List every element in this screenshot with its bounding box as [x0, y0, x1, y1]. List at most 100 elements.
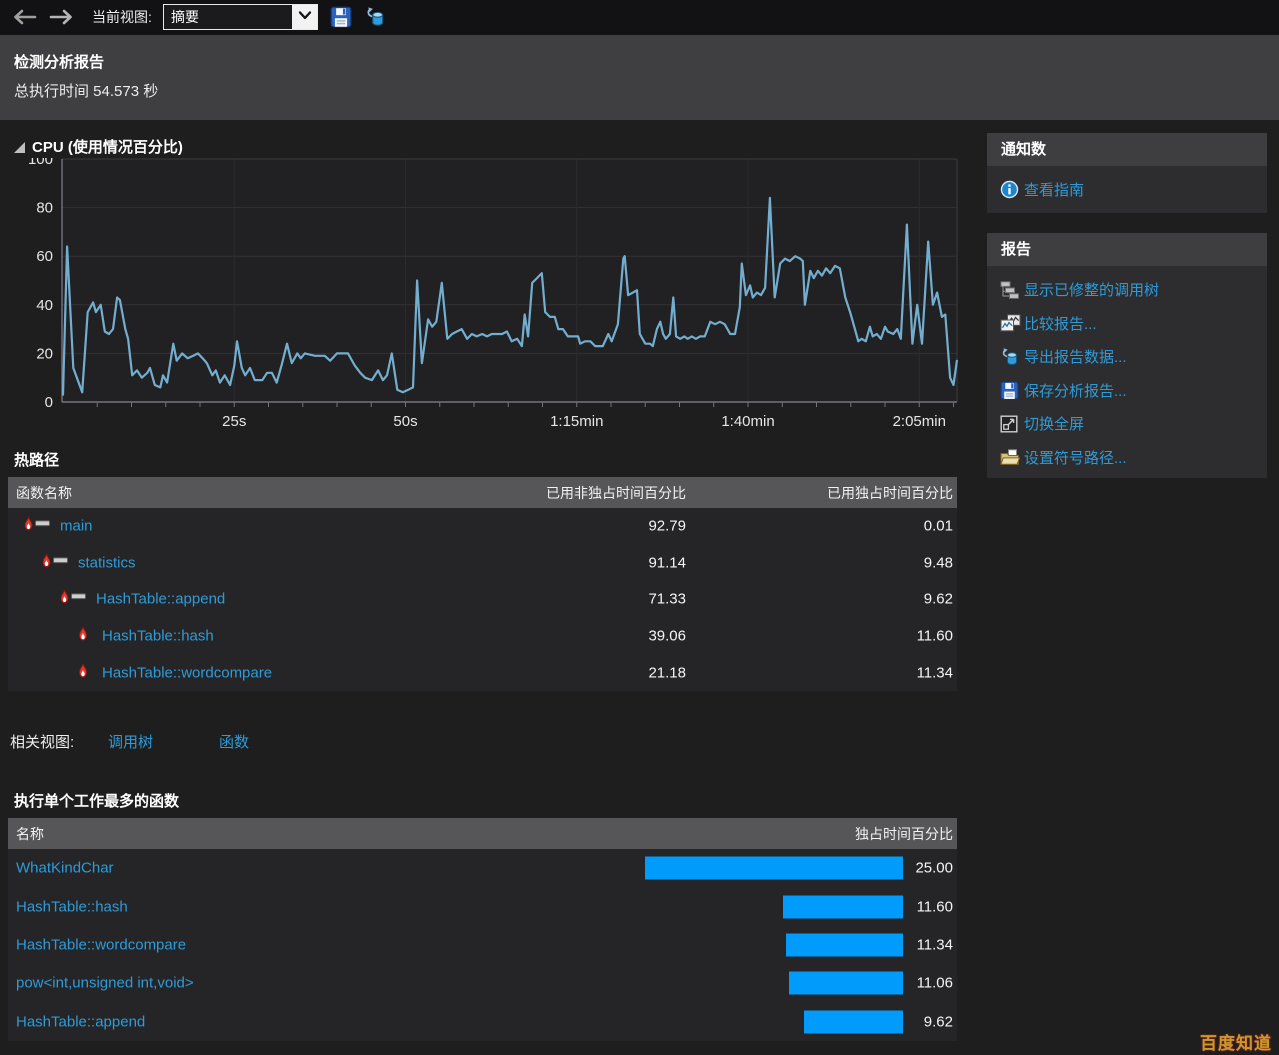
- svg-text:20: 20: [36, 345, 53, 362]
- current-view-label: 当前视图:: [92, 0, 152, 35]
- save-report-icon: [1000, 381, 1024, 400]
- top-function-row: HashTable::wordcompare 11.34: [8, 926, 957, 964]
- hot-path-row: statistics 91.14 9.48: [8, 545, 957, 582]
- exclusive-time-bar: [804, 1010, 903, 1033]
- function-link[interactable]: HashTable::append: [16, 1013, 145, 1030]
- forward-arrow-icon: [48, 13, 74, 30]
- svg-text:25s: 25s: [222, 413, 246, 430]
- svg-text:0: 0: [45, 394, 53, 411]
- col-name: 名称: [16, 824, 44, 844]
- function-link[interactable]: HashTable::append: [96, 591, 225, 608]
- notification-item-0[interactable]: 查看指南: [987, 173, 1267, 207]
- function-link[interactable]: WhatKindChar: [16, 860, 114, 877]
- report-action-item-label[interactable]: 显示已修整的调用树: [1024, 279, 1159, 300]
- cpu-section-title: CPU (使用情况百分比): [14, 136, 183, 157]
- exclusive-percent: 9.48: [924, 554, 953, 571]
- report-action-item-4[interactable]: 切换全屏: [987, 407, 1267, 441]
- chevron-down-icon[interactable]: [292, 5, 317, 29]
- svg-text:1:40min: 1:40min: [721, 413, 774, 430]
- link-functions[interactable]: 函数: [219, 731, 249, 752]
- hot-path-table-header: 函数名称 已用非独占时间百分比 已用独占时间百分比: [8, 477, 957, 508]
- report-action-item-label[interactable]: 设置符号路径...: [1024, 447, 1127, 468]
- inclusive-percent: 39.06: [648, 628, 686, 645]
- top-functions-table: 名称 独占时间百分比 WhatKindChar 25.00HashTable::h…: [8, 818, 957, 1041]
- back-arrow-icon: [12, 13, 38, 30]
- save-report-button[interactable]: [330, 6, 352, 33]
- hot-path-table-body: main 92.79 0.01 statistics 91.14 9.48 HashTabl…: [8, 508, 957, 691]
- inclusive-percent: 21.18: [648, 664, 686, 681]
- export-icon: [364, 15, 388, 32]
- link-call-tree[interactable]: 调用树: [108, 731, 153, 752]
- svg-text:2:05min: 2:05min: [893, 413, 946, 430]
- function-link[interactable]: HashTable::hash: [16, 898, 128, 915]
- function-link[interactable]: HashTable::hash: [102, 628, 214, 645]
- exclusive-percent: 25.00: [915, 860, 953, 877]
- col-exclusive-time: 独占时间百分比: [855, 824, 953, 844]
- notification-item-label[interactable]: 查看指南: [1024, 179, 1084, 200]
- report-action-item-label[interactable]: 导出报告数据...: [1024, 346, 1127, 367]
- function-link[interactable]: main: [60, 518, 93, 535]
- report-action-item-2[interactable]: 导出报告数据...: [987, 340, 1267, 374]
- hot-path-title: 热路径: [14, 449, 59, 470]
- fullscreen-icon: [1000, 415, 1024, 433]
- info-icon: [1000, 180, 1024, 199]
- report-action-item-label[interactable]: 切换全屏: [1024, 413, 1084, 434]
- report-action-item-label[interactable]: 比较报告...: [1024, 313, 1097, 334]
- report-action-item-3[interactable]: 保存分析报告...: [987, 374, 1267, 408]
- exclusive-percent: 11.06: [917, 975, 953, 992]
- svg-text:60: 60: [36, 248, 53, 265]
- function-link[interactable]: pow<int,unsigned int,void>: [16, 975, 194, 992]
- flame-icon: [76, 626, 90, 646]
- save-icon: [330, 15, 352, 32]
- inclusive-percent: 92.79: [648, 518, 686, 535]
- exclusive-percent: 11.34: [917, 936, 953, 953]
- top-function-row: HashTable::hash 11.60: [8, 887, 957, 925]
- notifications-panel-header: 通知数: [987, 133, 1267, 166]
- toolbar: 当前视图: 摘要: [0, 0, 1279, 35]
- exclusive-time-bar: [789, 972, 903, 995]
- notifications-panel-body: 查看指南: [987, 166, 1267, 213]
- report-action-item-0[interactable]: 显示已修整的调用树: [987, 273, 1267, 307]
- forward-button[interactable]: [48, 8, 74, 31]
- svg-text:1:15min: 1:15min: [550, 413, 603, 430]
- hot-path-row: main 92.79 0.01: [8, 508, 957, 545]
- top-function-row: HashTable::append 9.62: [8, 1003, 957, 1041]
- col-function-name: 函数名称: [16, 483, 72, 503]
- total-time-text: 总执行时间 54.573 秒: [14, 80, 158, 101]
- function-link[interactable]: HashTable::wordcompare: [102, 664, 272, 681]
- top-function-row: WhatKindChar 25.00: [8, 849, 957, 887]
- report-action-item-5[interactable]: 设置符号路径...: [987, 441, 1267, 475]
- inclusive-percent: 91.14: [648, 554, 686, 571]
- collapse-triangle-icon[interactable]: [14, 140, 25, 157]
- related-views-label: 相关视图:: [10, 731, 74, 752]
- top-function-row: pow<int,unsigned int,void> 11.06: [8, 964, 957, 1002]
- back-button[interactable]: [12, 8, 38, 31]
- compare-reports-icon: [1000, 314, 1024, 332]
- report-title: 检测分析报告: [14, 51, 104, 72]
- function-link[interactable]: statistics: [78, 554, 136, 571]
- exclusive-percent: 9.62: [924, 1013, 953, 1030]
- profiler-summary-screen: 当前视图: 摘要 检测分析报告 总执行时间 54.573 秒 CPU (使用情况…: [0, 0, 1279, 1055]
- hot-path-row: HashTable::hash 39.06 11.60: [8, 618, 957, 655]
- flame-icon: [76, 663, 90, 683]
- col-inclusive-pct: 已用非独占时间百分比: [546, 483, 686, 503]
- svg-text:80: 80: [36, 200, 53, 217]
- view-dropdown[interactable]: 摘要: [163, 4, 318, 30]
- exclusive-percent: 0.01: [924, 518, 953, 535]
- svg-text:40: 40: [36, 297, 53, 314]
- inclusive-percent: 71.33: [648, 591, 686, 608]
- exclusive-percent: 11.60: [917, 628, 953, 645]
- exclusive-percent: 11.60: [917, 898, 953, 915]
- cpu-usage-chart[interactable]: 02040608010025s50s1:15min1:40min2:05min: [17, 158, 959, 438]
- watermark: 百度知道: [1200, 1029, 1272, 1054]
- function-link[interactable]: HashTable::wordcompare: [16, 936, 186, 953]
- report-panel-body: 显示已修整的调用树比较报告... 导出报告数据... 保存分析报告... 切换全屏设置…: [987, 266, 1267, 478]
- report-action-item-1[interactable]: 比较报告...: [987, 307, 1267, 341]
- view-dropdown-value: 摘要: [164, 7, 292, 27]
- report-panel-header: 报告: [987, 233, 1267, 266]
- report-action-item-label[interactable]: 保存分析报告...: [1024, 380, 1127, 401]
- exclusive-time-bar: [783, 895, 903, 918]
- export-data-button[interactable]: [364, 6, 388, 33]
- hot-path-icon: [22, 516, 51, 536]
- svg-text:50s: 50s: [393, 413, 417, 430]
